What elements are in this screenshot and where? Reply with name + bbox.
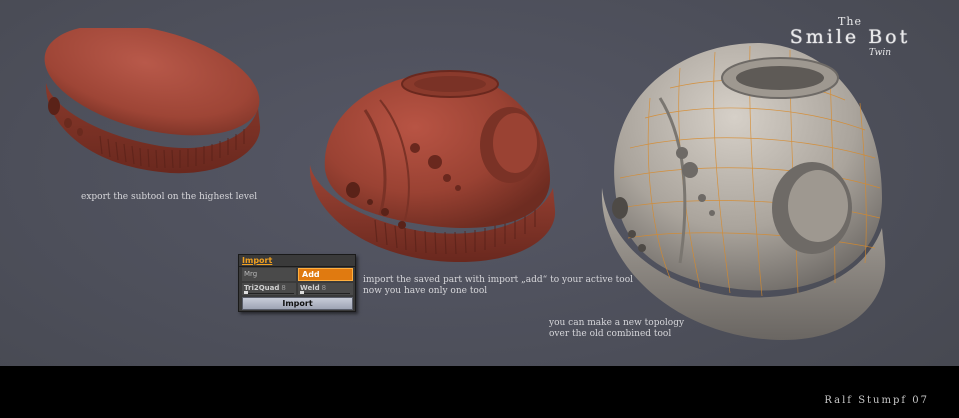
weld-track (300, 291, 350, 294)
tri2quad-knob[interactable] (244, 291, 248, 294)
tri2quad-slider[interactable]: Tri2Quad 8 (242, 283, 296, 295)
retopo-mesh-render (601, 42, 886, 341)
caption-export-text: export the subtool on the highest level (81, 192, 258, 202)
import-panel-title[interactable]: Import (242, 256, 272, 265)
caption-topology-line1: you can make a new topology (549, 318, 685, 328)
import-button[interactable]: Import (242, 297, 353, 310)
tri2quad-track (244, 291, 294, 294)
weld-slider[interactable]: Weld 8 (298, 283, 353, 295)
canvas: The Smile Bot Twin export the subtool on… (0, 0, 959, 418)
caption-export: export the subtool on the highest level (81, 192, 257, 203)
weld-value: 8 (321, 284, 327, 292)
caption-topology: you can make a new topology over the old… (549, 318, 684, 340)
tri2quad-value: 8 (281, 284, 286, 292)
caption-import: import the saved part with import „add“ … (363, 275, 633, 297)
weld-knob[interactable] (300, 291, 304, 294)
import-panel: Import Mrg Add Tri2Quad 8 Weld 8 Import (238, 254, 356, 312)
clay-disc-render (44, 28, 261, 174)
add-button[interactable]: Add (298, 268, 353, 281)
mrg-button[interactable]: Mrg (242, 268, 296, 281)
tri2quad-label: Tri2Quad (244, 284, 280, 292)
footer-bar (0, 366, 959, 418)
caption-topology-line2: over the old combined tool (549, 329, 672, 339)
author-credit: Ralf Stumpf 07 (824, 395, 929, 406)
caption-import-line2: now you have only one tool (363, 286, 488, 296)
clay-shell-render (309, 70, 556, 263)
panel-divider (239, 266, 355, 267)
caption-import-line1: import the saved part with import „add“ … (363, 275, 633, 285)
